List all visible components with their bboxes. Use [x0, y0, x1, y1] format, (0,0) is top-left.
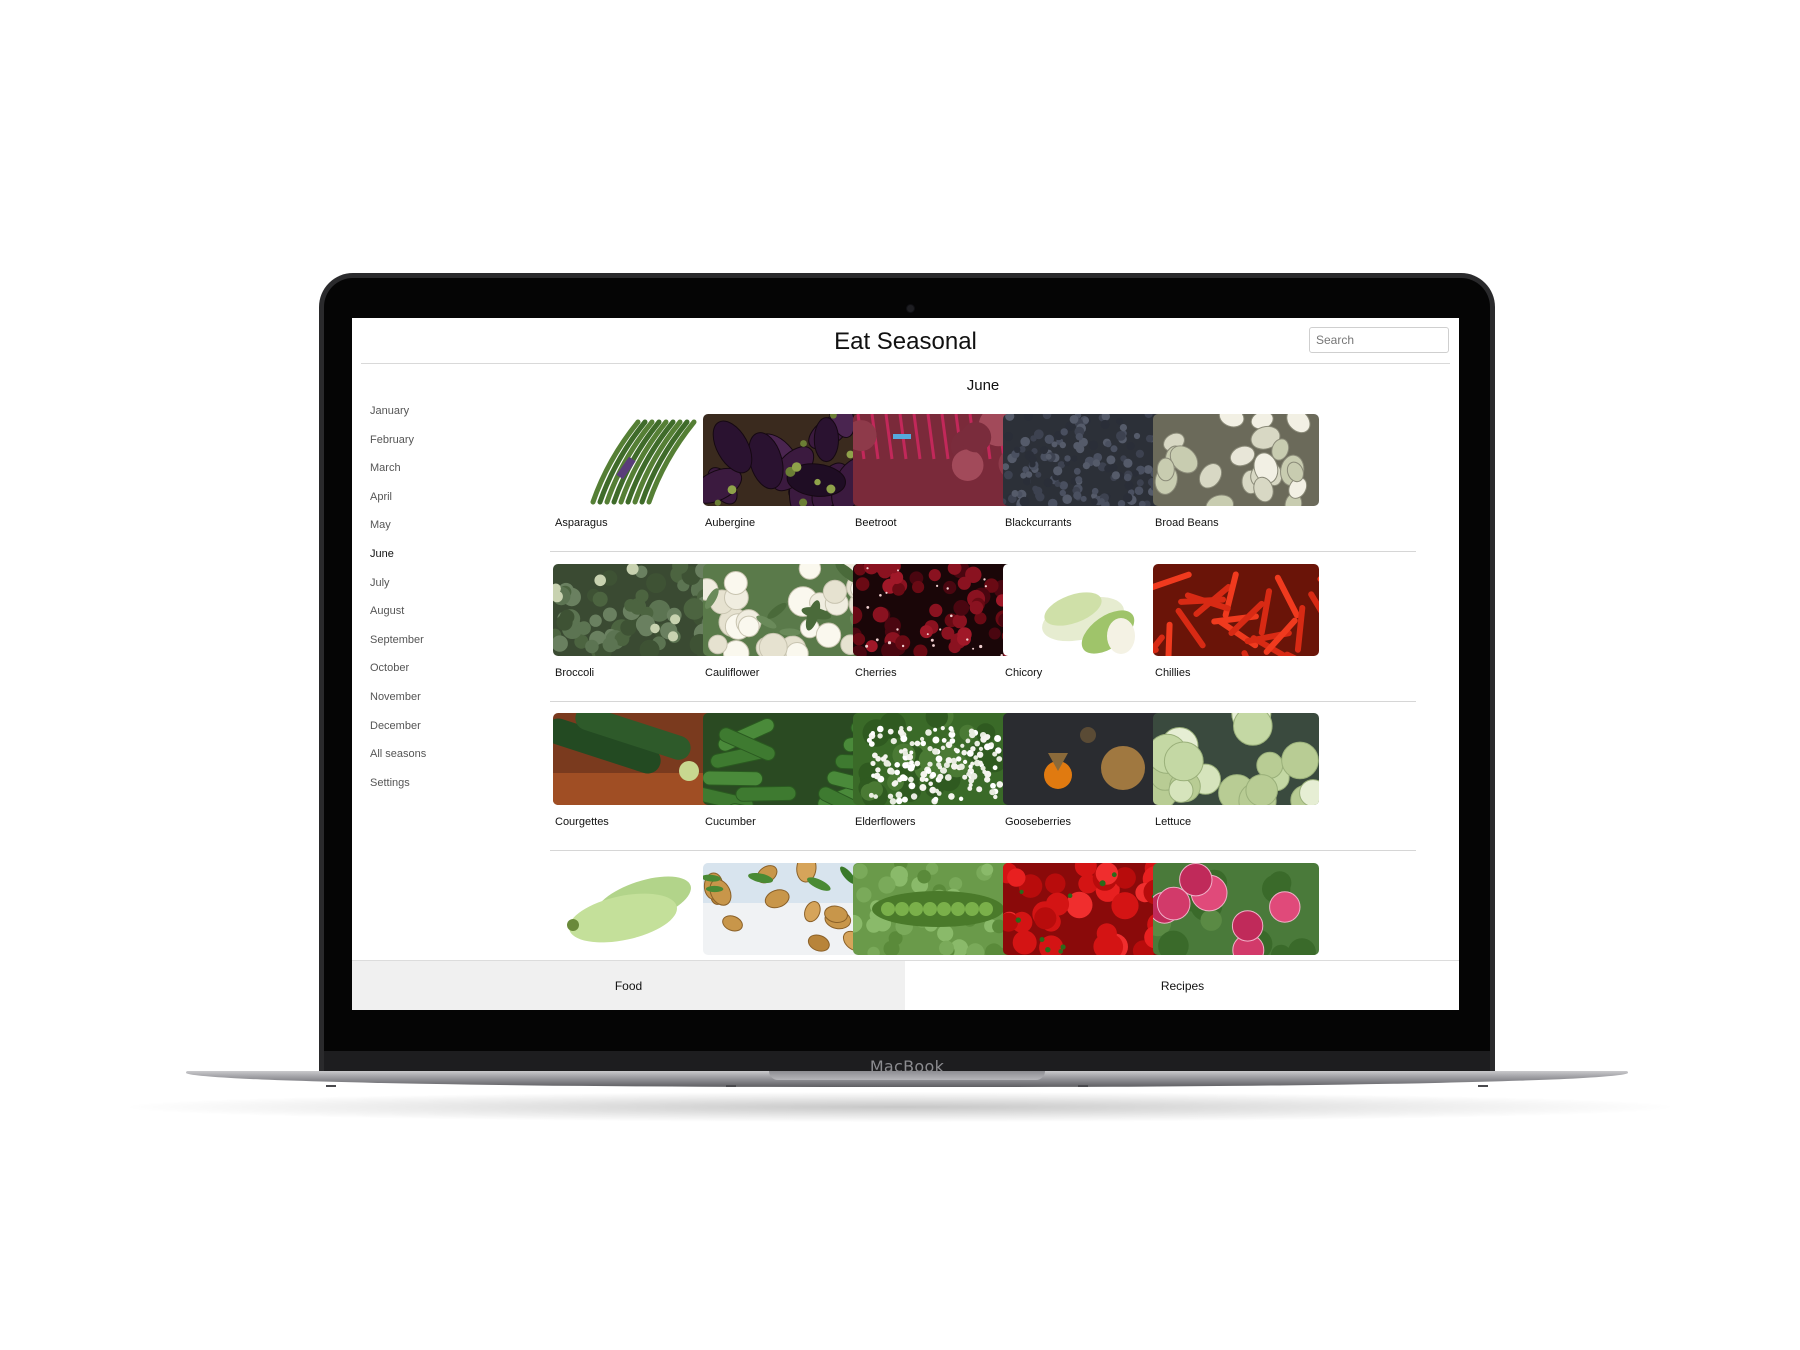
food-image-cherries[interactable]: [853, 563, 1019, 656]
food-card-chillies[interactable]: Chillies: [1153, 563, 1319, 679]
header-divider: [361, 363, 1450, 364]
sidebar-item-august[interactable]: August: [370, 604, 510, 633]
bottom-tab-bar: Food Recipes: [352, 960, 1459, 1010]
food-label: Courgettes: [555, 816, 609, 828]
food-card-blackcurrants[interactable]: Blackcurrants: [1003, 414, 1169, 529]
sidebar-item-july[interactable]: July: [370, 576, 510, 605]
header: Eat Seasonal: [352, 318, 1459, 363]
search-input[interactable]: [1309, 327, 1449, 353]
month-sidebar: January February March April May June July Augu…: [370, 404, 510, 804]
food-image-cucumber[interactable]: [703, 713, 869, 805]
food-image-blackcurrants[interactable]: [1003, 414, 1169, 506]
food-label: Broad Beans: [1155, 517, 1219, 529]
base-foot: [726, 1085, 736, 1087]
food-image-broccoli[interactable]: [553, 563, 719, 656]
food-card-lettuce[interactable]: Lettuce: [1153, 713, 1319, 828]
row-divider: [550, 700, 1416, 702]
tab-food[interactable]: Food: [352, 961, 905, 1010]
food-image-potatoes[interactable]: [703, 862, 869, 955]
food-image-chicory[interactable]: [1003, 563, 1169, 656]
food-image-radishes[interactable]: [1153, 862, 1319, 955]
food-image-courgettes[interactable]: [553, 713, 719, 805]
main-content: June Asparagus Aubergine Beetroot Blackcurr…: [550, 368, 1416, 955]
sidebar-item-march[interactable]: March: [370, 461, 510, 490]
food-card-broadbeans[interactable]: Broad Beans: [1153, 414, 1319, 529]
month-heading: June: [966, 377, 1000, 394]
food-label: Gooseberries: [1005, 816, 1072, 828]
food-row: Asparagus Aubergine Beetroot Blackcurrants B…: [550, 414, 1416, 564]
food-card-peppers[interactable]: [1003, 862, 1169, 955]
food-label: Cherries: [855, 666, 897, 679]
food-card-potatoes[interactable]: [703, 862, 869, 955]
food-grid: Asparagus Aubergine Beetroot Blackcurrants B…: [550, 414, 1416, 1010]
food-image-aubergine[interactable]: [703, 414, 869, 506]
food-row: Courgettes Cucumber Elderflowers Gooseberri…: [550, 713, 1416, 863]
food-label: Beetroot: [855, 517, 897, 529]
app-title: Eat Seasonal: [834, 328, 977, 355]
food-card-chicory[interactable]: Chicory: [1003, 563, 1169, 679]
food-label: Lettuce: [1155, 816, 1192, 828]
tab-recipes[interactable]: Recipes: [906, 961, 1459, 1010]
food-image-peas[interactable]: [853, 862, 1019, 955]
food-card-cucumber[interactable]: Cucumber: [703, 713, 869, 828]
food-card-cherries[interactable]: Cherries: [853, 563, 1019, 679]
food-card-gooseberries[interactable]: Gooseberries: [1003, 713, 1169, 828]
food-card-aubergine[interactable]: Aubergine: [703, 414, 869, 529]
food-card-peas[interactable]: [853, 862, 1019, 955]
sidebar-item-september[interactable]: September: [370, 633, 510, 662]
sidebar-item-february[interactable]: February: [370, 433, 510, 462]
food-row: Broccoli Cauliflower Cherries Chicory Chilli…: [550, 563, 1416, 714]
app-screen: Eat Seasonal JanuaryFebruaryMarchAprilMa…: [352, 318, 1459, 1010]
food-card-asparagus[interactable]: Asparagus: [553, 414, 719, 529]
sidebar-item-april[interactable]: April: [370, 490, 510, 519]
laptop-base: [186, 1071, 1628, 1087]
food-card-courgettes[interactable]: Courgettes: [553, 713, 719, 828]
food-image-beetroot[interactable]: [853, 414, 1019, 506]
base-foot: [1478, 1085, 1488, 1087]
food-image-chillies[interactable]: [1153, 563, 1319, 656]
row-divider: [550, 551, 1416, 552]
food-label: Chillies: [1155, 666, 1191, 679]
food-image-gooseberries[interactable]: [1003, 713, 1169, 805]
food-label: Cauliflower: [705, 666, 760, 679]
sidebar-item-all-seasons[interactable]: All seasons: [370, 747, 510, 776]
food-label: Aubergine: [705, 517, 756, 529]
sidebar-item-may[interactable]: May: [370, 518, 510, 547]
base-foot: [1078, 1085, 1088, 1087]
food-card-cauliflower[interactable]: Cauliflower: [703, 563, 869, 679]
sidebar-item-june[interactable]: June: [370, 547, 510, 576]
sidebar-item-november[interactable]: November: [370, 690, 510, 719]
laptop-shadow: [130, 1092, 1670, 1122]
food-label: Asparagus: [555, 517, 608, 529]
food-card-elderflowers[interactable]: Elderflowers: [853, 713, 1019, 828]
food-card-beetroot[interactable]: Beetroot: [853, 414, 1019, 529]
hinge-notch: [769, 1071, 1045, 1080]
food-label: Cucumber: [705, 816, 756, 828]
food-label: Blackcurrants: [1005, 517, 1072, 529]
food-label: Elderflowers: [855, 816, 916, 828]
food-label: Chicory: [1005, 666, 1043, 679]
camera-icon: [907, 305, 914, 312]
base-foot: [326, 1085, 336, 1087]
sidebar-item-settings[interactable]: Settings: [370, 776, 510, 805]
sidebar-item-december[interactable]: December: [370, 719, 510, 748]
food-image-peppers[interactable]: [1003, 862, 1169, 955]
food-card-broccoli[interactable]: Broccoli: [553, 563, 719, 679]
food-image-broadbeans[interactable]: [1153, 414, 1319, 506]
food-image-cauliflower[interactable]: [703, 563, 869, 656]
food-image-lettuce[interactable]: [1153, 713, 1319, 805]
row-divider: [550, 850, 1416, 851]
food-image-elderflowers[interactable]: [853, 713, 1019, 805]
sidebar-item-january[interactable]: January: [370, 404, 510, 433]
sidebar-item-october[interactable]: October: [370, 661, 510, 690]
food-image-asparagus[interactable]: [553, 414, 719, 506]
food-label: Broccoli: [555, 666, 595, 679]
food-card-marrow[interactable]: [553, 862, 719, 955]
food-card-radishes[interactable]: [1153, 862, 1319, 955]
food-image-marrow[interactable]: [553, 862, 719, 955]
